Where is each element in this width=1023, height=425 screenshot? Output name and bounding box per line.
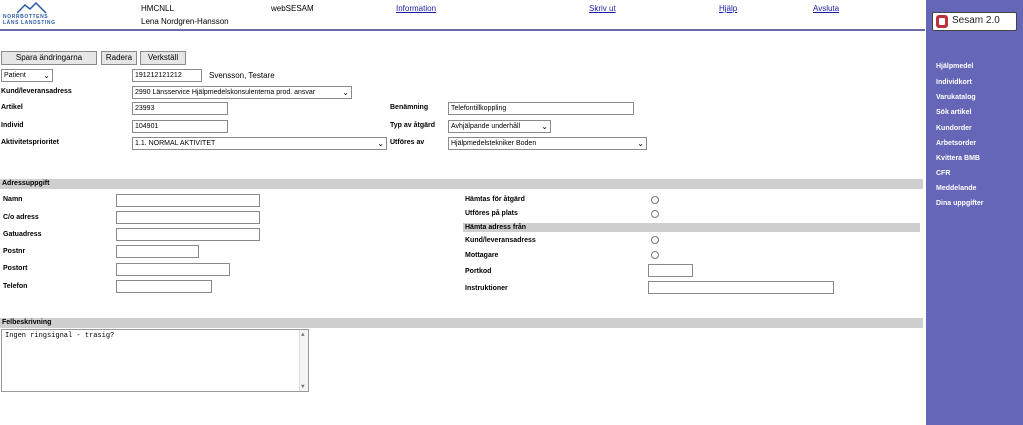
person-id-field[interactable]: 191212121212 — [132, 69, 202, 82]
sidebar-item-individkort[interactable]: Individkort — [936, 79, 972, 86]
door-code-label: Portkod — [465, 268, 492, 275]
performed-on-site-radio[interactable] — [651, 210, 659, 218]
fault-description-text: Ingen ringsignal - trasig? — [5, 332, 115, 340]
receiver-label: Mottagare — [465, 252, 499, 259]
delete-button[interactable]: Radera — [101, 51, 137, 65]
logout-link[interactable]: Avsluta — [813, 4, 839, 13]
action-type-select[interactable]: Avhjälpande underhåll ⌄ — [448, 120, 551, 133]
sidebar-brand-label: Sesam 2.0 — [952, 15, 1000, 26]
header: NORRBOTTENS LÄNS LANDSTING HMCNLL Lena N… — [0, 0, 925, 31]
individ-field[interactable]: 104901 — [132, 120, 228, 133]
sidebar: Sesam 2.0 Hjälpmedel Individkort Varukat… — [926, 0, 1023, 425]
instructions-label: Instruktioner — [465, 285, 508, 292]
customer-address-radio[interactable] — [651, 236, 659, 244]
address-street-label: Gatuadress — [3, 231, 42, 238]
information-link[interactable]: Information — [396, 4, 436, 13]
address-city-field[interactable] — [116, 263, 230, 276]
help-link[interactable]: Hjälp — [719, 4, 737, 13]
chevron-down-icon: ⌄ — [342, 88, 349, 97]
customer-address-label: Kund/leveransadress — [465, 237, 536, 244]
app-name: webSESAM — [271, 4, 314, 13]
door-code-field[interactable] — [648, 264, 693, 277]
fetch-from-header: Hämta adress från — [463, 223, 920, 232]
fault-section-header: Felbeskrivning — [0, 318, 923, 328]
logo: NORRBOTTENS LÄNS LANDSTING — [3, 2, 65, 28]
sidebar-item-meddelande[interactable]: Meddelande — [936, 185, 976, 192]
chevron-down-icon: ⌄ — [637, 139, 644, 148]
address-section-header: Adressuppgift — [0, 179, 923, 189]
sidebar-item-sok-artikel[interactable]: Sök artikel — [936, 109, 971, 116]
textarea-scrollbar[interactable]: ▲ ▼ — [299, 330, 308, 391]
sidebar-item-hjalpmedel[interactable]: Hjälpmedel — [936, 63, 973, 70]
address-phone-label: Telefon — [3, 283, 28, 290]
sesam-logo-icon — [936, 15, 948, 28]
save-button[interactable]: Spara ändringarna — [1, 51, 97, 65]
fetch-for-action-label: Hämtas för åtgärd — [465, 196, 525, 203]
type-select-value: Patient — [4, 72, 26, 79]
sidebar-item-kvittera-bmb[interactable]: Kvittera BMB — [936, 155, 980, 162]
customer-label: Kund/leveransadress — [1, 88, 72, 95]
customer-select-value: 2990 Länsservice Hjälpmedelskonsulentern… — [135, 89, 316, 96]
sidebar-item-varukatalog[interactable]: Varukatalog — [936, 94, 976, 101]
sidebar-item-kundorder[interactable]: Kundorder — [936, 125, 972, 132]
fetch-for-action-radio[interactable] — [651, 196, 659, 204]
performed-by-select-value: Hjälpmedelstekniker Boden — [451, 140, 537, 147]
instructions-field[interactable] — [648, 281, 834, 294]
address-co-label: C/o adress — [3, 214, 39, 221]
priority-select-value: 1.1. NORMAL AKTIVITET — [135, 140, 216, 147]
priority-label: Aktivitetsprioritet — [1, 139, 59, 146]
chevron-down-icon: ⌄ — [43, 71, 50, 80]
performed-by-select[interactable]: Hjälpmedelstekniker Boden ⌄ — [448, 137, 647, 150]
priority-select[interactable]: 1.1. NORMAL AKTIVITET ⌄ — [132, 137, 387, 150]
name-field[interactable]: Telefontillkoppling — [448, 102, 634, 115]
user-name: Lena Nordgren-Hansson — [141, 17, 229, 26]
chevron-down-icon: ⌄ — [541, 122, 548, 131]
address-name-label: Namn — [3, 196, 23, 203]
address-phone-field[interactable] — [116, 280, 212, 293]
address-zip-field[interactable] — [116, 245, 199, 258]
address-street-field[interactable] — [116, 228, 260, 241]
sidebar-item-arbetsorder[interactable]: Arbetsorder — [936, 140, 976, 147]
person-name: Svensson, Testare — [209, 71, 275, 80]
logo-line2: LÄNS LANDSTING — [3, 20, 56, 26]
performed-on-site-label: Utföres på plats — [465, 210, 518, 217]
scroll-down-icon: ▼ — [301, 383, 305, 390]
address-zip-label: Postnr — [3, 248, 26, 255]
action-type-label: Typ av åtgärd — [390, 122, 435, 129]
action-type-select-value: Avhjälpande underhåll — [451, 123, 521, 130]
fault-description-textarea[interactable]: Ingen ringsignal - trasig? ▲ ▼ — [1, 329, 309, 392]
article-field[interactable]: 23993 — [132, 102, 228, 115]
name-label: Benämning — [390, 104, 429, 111]
article-label: Artikel — [1, 104, 23, 111]
address-co-field[interactable] — [116, 211, 260, 224]
org-code: HMCNLL — [141, 4, 174, 13]
sidebar-item-dina-uppgifter[interactable]: Dina uppgifter — [936, 200, 983, 207]
print-link[interactable]: Skriv ut — [589, 4, 616, 13]
logo-mountain-icon — [17, 2, 47, 14]
type-select[interactable]: Patient ⌄ — [1, 69, 53, 82]
apply-button[interactable]: Verkställ — [140, 51, 186, 65]
sidebar-brand: Sesam 2.0 — [932, 12, 1017, 31]
chevron-down-icon: ⌄ — [377, 139, 384, 148]
scroll-up-icon: ▲ — [301, 331, 305, 338]
performed-by-label: Utföres av — [390, 139, 425, 146]
customer-select[interactable]: 2990 Länsservice Hjälpmedelskonsulentern… — [132, 86, 352, 99]
address-name-field[interactable] — [116, 194, 260, 207]
receiver-radio[interactable] — [651, 251, 659, 259]
sidebar-item-cfr[interactable]: CFR — [936, 170, 950, 177]
individ-label: Individ — [1, 122, 24, 129]
address-city-label: Postort — [3, 265, 28, 272]
